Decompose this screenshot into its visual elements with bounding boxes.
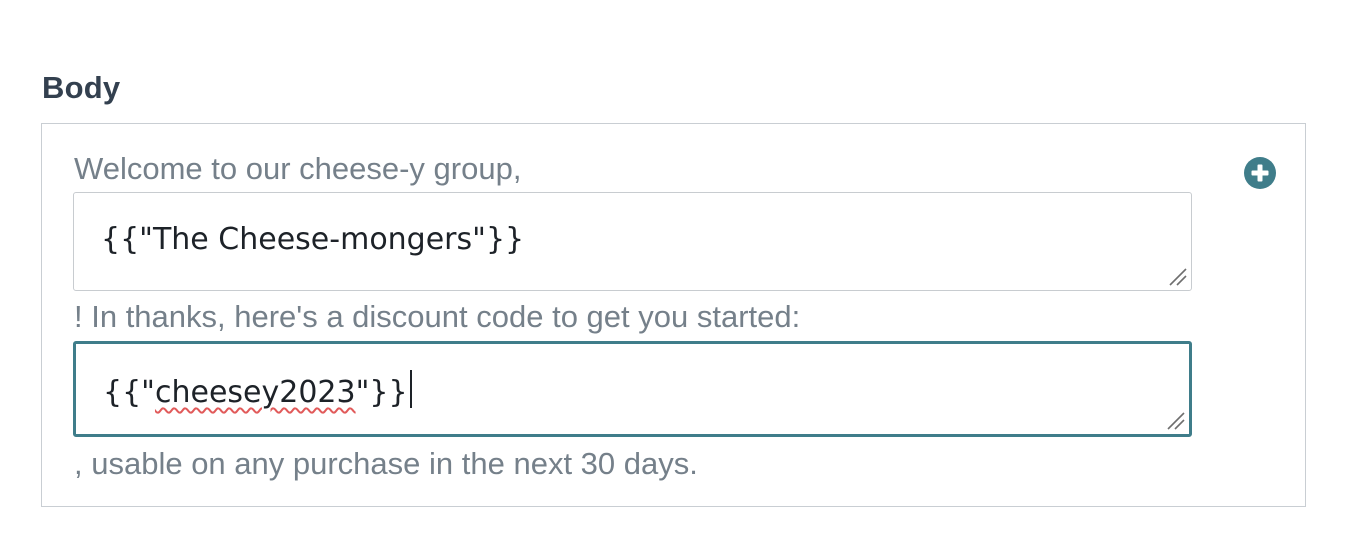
resize-handle-icon[interactable]	[1167, 266, 1187, 286]
template-text-line-3: , usable on any purchase in the next 30 …	[74, 446, 698, 481]
discount-code-field[interactable]: {{"cheesey2023"}}	[73, 341, 1192, 437]
body-section-label: Body	[42, 70, 121, 105]
plus-circle-icon	[1244, 157, 1276, 189]
group-name-value: {{"The Cheese-mongers"}}	[101, 222, 525, 257]
template-text-line-2: ! In thanks, here's a discount code to g…	[74, 299, 801, 334]
discount-code-value: {{"cheesey2023"}}	[103, 370, 412, 410]
group-name-field[interactable]: {{"The Cheese-mongers"}}	[73, 192, 1192, 291]
discount-code-text: cheesey2023	[154, 375, 356, 410]
add-variable-button[interactable]	[1244, 157, 1276, 189]
token-suffix: "}}	[355, 375, 408, 410]
resize-handle-icon[interactable]	[1165, 410, 1185, 430]
template-text-line-1: Welcome to our cheese-y group,	[74, 151, 522, 186]
body-template-panel: Welcome to our cheese-y group, {{"The Ch…	[41, 123, 1306, 507]
token-prefix: {{"	[103, 375, 155, 410]
text-caret	[409, 370, 412, 408]
